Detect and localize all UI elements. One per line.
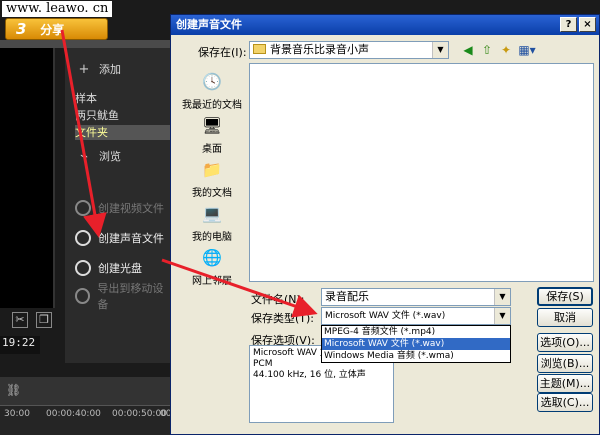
cancel-button[interactable]: 取消 bbox=[537, 308, 593, 327]
playback-controls: ✂ ❐ bbox=[0, 310, 170, 332]
filename-input[interactable]: 录音配乐 ▼ bbox=[321, 288, 511, 306]
save-in-label: 保存在(I): bbox=[198, 46, 247, 59]
browse-button[interactable]: 浏览(B)... bbox=[537, 354, 593, 373]
place-network[interactable]: 🌐 网上邻居 bbox=[178, 245, 246, 288]
step-number: 3 bbox=[16, 20, 27, 38]
filename-label: 文件名(N): bbox=[251, 293, 305, 306]
film-reel-icon bbox=[75, 200, 91, 216]
browse-button[interactable]: ⌁ 浏览 bbox=[73, 143, 168, 169]
folder-icon bbox=[253, 44, 266, 54]
preview-window bbox=[0, 48, 55, 308]
browse-icon: ⌁ bbox=[80, 148, 88, 164]
place-label: 我的文档 bbox=[192, 188, 232, 199]
filetype-option-mp4[interactable]: MPEG-4 音频文件 (*.mp4) bbox=[322, 326, 510, 338]
timeline-ruler: 30:00 00:00:40:00 00:00:50:00 00 bbox=[0, 405, 171, 435]
dialog-title: 创建声音文件 bbox=[176, 18, 242, 31]
filetype-option-wav[interactable]: Microsoft WAV 文件 (*.wav) bbox=[322, 338, 510, 350]
desktop-icon: 🖥 bbox=[201, 115, 223, 135]
step-tab-share[interactable]: 3 分享 bbox=[5, 18, 108, 40]
subject-button[interactable]: 主题(M)... bbox=[537, 374, 593, 393]
file-list[interactable] bbox=[249, 63, 594, 282]
step-label: 分享 bbox=[40, 23, 65, 37]
disc-icon bbox=[75, 260, 91, 276]
place-label: 我最近的文档 bbox=[182, 100, 242, 111]
select-button[interactable]: 选取(C)... bbox=[537, 393, 593, 412]
my-computer-icon: 💻 bbox=[202, 203, 222, 223]
ruler-tick: 30:00 bbox=[4, 409, 30, 419]
menu-create-video-label: 创建视频文件 bbox=[98, 202, 164, 215]
place-recent-documents[interactable]: 🕓 我最近的文档 bbox=[178, 69, 246, 112]
back-icon[interactable]: ◀ bbox=[459, 42, 477, 58]
help-button[interactable]: ? bbox=[560, 17, 577, 32]
options-button[interactable]: 选项(O)... bbox=[537, 333, 593, 352]
my-documents-icon: 📁 bbox=[202, 159, 222, 179]
places-bar: 🕓 我最近的文档 🖥 桌面 📁 我的文档 💻 我的电脑 🌐 网上邻居 bbox=[178, 63, 246, 303]
save-button[interactable]: 保存(S) bbox=[537, 287, 593, 306]
save-options-line: 44.100 kHz, 16 位, 立体声 bbox=[253, 370, 366, 380]
timeline-toolbar: ⛓ bbox=[0, 377, 170, 405]
chevron-down-icon: ▼ bbox=[432, 42, 448, 58]
place-label: 网上邻居 bbox=[192, 276, 232, 287]
list-item[interactable]: 两只鱿鱼 bbox=[75, 108, 119, 123]
place-desktop[interactable]: 🖥 桌面 bbox=[178, 113, 246, 156]
audio-wave-icon bbox=[75, 230, 91, 246]
chevron-down-icon: ▼ bbox=[494, 289, 510, 305]
add-label: 添加 bbox=[99, 63, 121, 76]
create-audio-file-dialog: 创建声音文件 ? × 保存在(I): 背景音乐比录音小声 ▼ ◀ ⇧ ✦ ▦▾ … bbox=[170, 14, 600, 435]
dialog-titlebar[interactable]: 创建声音文件 ? × bbox=[171, 15, 599, 35]
plus-icon: + bbox=[78, 61, 90, 77]
browse-label: 浏览 bbox=[99, 150, 121, 163]
menu-create-video[interactable]: 创建视频文件 bbox=[75, 196, 164, 220]
chevron-down-icon: ▼ bbox=[494, 308, 510, 324]
filetype-value: Microsoft WAV 文件 (*.wav) bbox=[325, 311, 446, 321]
timecode: 19:22 bbox=[0, 336, 40, 354]
network-places-icon: 🌐 bbox=[202, 247, 222, 267]
menu-create-audio-label: 创建声音文件 bbox=[98, 232, 164, 245]
save-in-value: 背景音乐比录音小声 bbox=[270, 43, 369, 56]
filetype-options-list: MPEG-4 音频文件 (*.mp4) Microsoft WAV 文件 (*.… bbox=[321, 325, 511, 363]
menu-export-mobile-label: 导出到移动设备 bbox=[97, 282, 164, 311]
filetype-label: 保存类型(T): bbox=[251, 312, 315, 325]
up-folder-icon[interactable]: ⇧ bbox=[478, 42, 496, 58]
scissors-icon[interactable]: ✂ bbox=[12, 312, 28, 328]
place-my-documents[interactable]: 📁 我的文档 bbox=[178, 157, 246, 200]
list-item[interactable]: 样本 bbox=[75, 91, 97, 106]
recent-documents-icon: 🕓 bbox=[202, 71, 222, 91]
add-button[interactable]: + 添加 bbox=[73, 56, 168, 82]
filetype-option-wma[interactable]: Windows Media 音频 (*.wma) bbox=[322, 350, 510, 362]
tab-strip bbox=[0, 40, 170, 48]
timeline-link-icon[interactable]: ⛓ bbox=[6, 383, 21, 397]
ruler-tick: 00:00:40:00 bbox=[46, 409, 101, 419]
menu-export-mobile[interactable]: 导出到移动设备 bbox=[75, 282, 170, 311]
list-item[interactable]: 文件夹 bbox=[75, 125, 170, 140]
menu-create-disc-label: 创建光盘 bbox=[98, 262, 142, 275]
menu-create-disc[interactable]: 创建光盘 bbox=[75, 256, 142, 280]
menu-create-audio[interactable]: 创建声音文件 bbox=[75, 226, 164, 250]
place-label: 桌面 bbox=[202, 144, 222, 155]
place-label: 我的电脑 bbox=[192, 232, 232, 243]
ruler-tick: 00:00:50:00 bbox=[112, 409, 167, 419]
filetype-dropdown[interactable]: Microsoft WAV 文件 (*.wav) ▼ bbox=[321, 307, 511, 325]
save-in-dropdown[interactable]: 背景音乐比录音小声 ▼ bbox=[249, 41, 449, 59]
place-my-computer[interactable]: 💻 我的电脑 bbox=[178, 201, 246, 244]
filename-value: 录音配乐 bbox=[325, 290, 369, 303]
close-button[interactable]: × bbox=[579, 17, 596, 32]
mobile-device-icon bbox=[75, 288, 91, 304]
new-folder-icon[interactable]: ✦ bbox=[497, 42, 515, 58]
copy-icon[interactable]: ❐ bbox=[36, 312, 52, 328]
view-menu-icon[interactable]: ▦▾ bbox=[516, 42, 538, 58]
watermark: www. leawo. cn bbox=[2, 1, 113, 17]
